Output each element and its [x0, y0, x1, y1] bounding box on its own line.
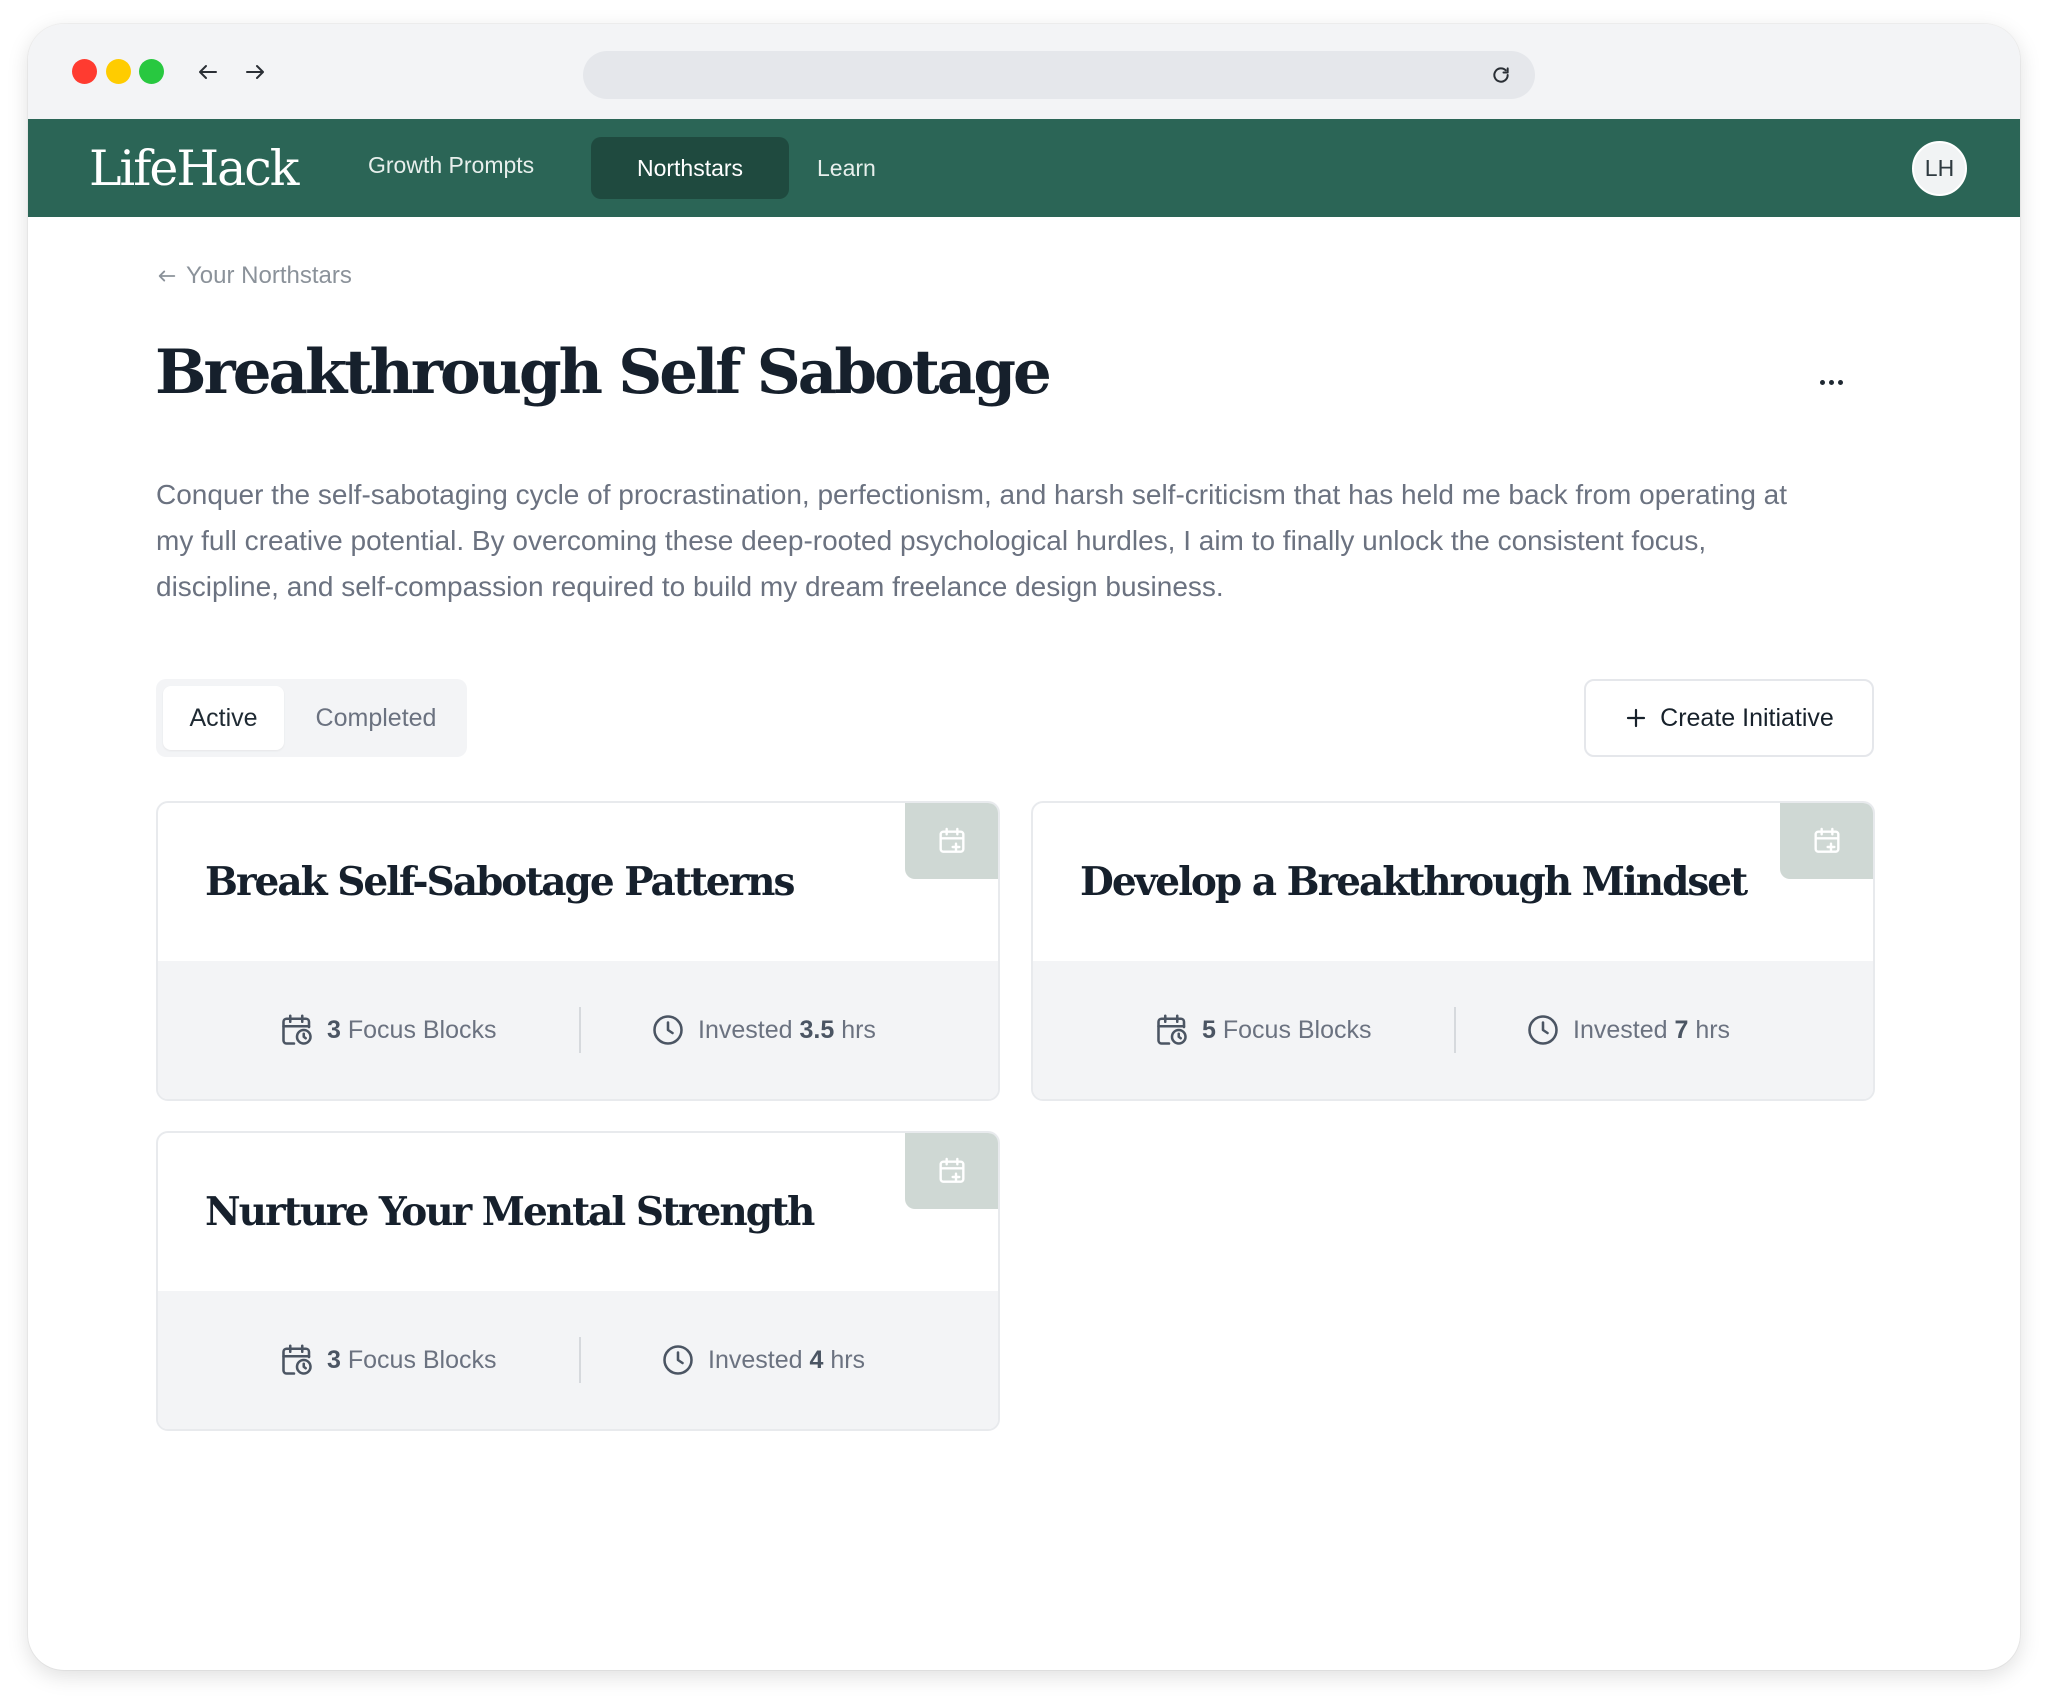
- time-invested-stat: Invested 7 hrs: [1525, 961, 1730, 1099]
- focus-blocks-stat: 5 Focus Blocks: [1154, 961, 1372, 1099]
- invested-prefix: Invested: [698, 1015, 793, 1044]
- nav-item-learn[interactable]: Learn: [817, 119, 876, 217]
- focus-blocks-stat: 3 Focus Blocks: [279, 1291, 497, 1429]
- focus-blocks-count: 3: [327, 1345, 341, 1374]
- user-avatar[interactable]: LH: [1912, 141, 1967, 196]
- initiative-card[interactable]: Develop a Breakthrough Mindset 5 Focus B…: [1031, 801, 1875, 1101]
- address-bar[interactable]: [583, 51, 1535, 99]
- invested-unit: hrs: [1695, 1015, 1731, 1044]
- calendar-add-icon: [938, 827, 965, 853]
- back-arrow-icon[interactable]: [194, 58, 222, 86]
- nav-item-northstars[interactable]: Northstars: [591, 137, 789, 199]
- invested-hours: 4: [809, 1345, 824, 1374]
- create-initiative-button[interactable]: Create Initiative: [1584, 679, 1874, 757]
- status-tabs: Active Completed: [156, 679, 467, 757]
- invested-hours: 7: [1674, 1015, 1689, 1044]
- invested-prefix: Invested: [708, 1345, 803, 1374]
- stat-divider: [1454, 1007, 1456, 1053]
- browser-toolbar: [28, 24, 2020, 119]
- tab-completed[interactable]: Completed: [301, 686, 451, 750]
- focus-blocks-label: Focus Blocks: [347, 1345, 497, 1374]
- clock-icon: [653, 1015, 683, 1045]
- initiative-stats: 3 Focus Blocks Invested 3.5 hrs: [158, 961, 998, 1099]
- maximize-window-button[interactable]: [139, 59, 164, 84]
- page-title: Breakthrough Self Sabotage: [155, 337, 1052, 408]
- invested-unit: hrs: [830, 1345, 866, 1374]
- calendar-add-icon: [1813, 827, 1840, 853]
- focus-blocks-stat: 3 Focus Blocks: [279, 961, 497, 1099]
- initiative-title: Break Self-Sabotage Patterns: [205, 859, 795, 905]
- initiative-card[interactable]: Nurture Your Mental Strength 3 Focus Blo…: [156, 1131, 1000, 1431]
- calendar-clock-icon: [282, 1344, 312, 1375]
- invested-unit: hrs: [841, 1015, 876, 1044]
- initiative-stats: 5 Focus Blocks Invested 7 hrs: [1033, 961, 1873, 1099]
- schedule-button[interactable]: [905, 803, 998, 879]
- browser-window: LifeHack Growth Prompts Northstars Learn…: [28, 24, 2020, 1670]
- time-invested-stat: Invested 3.5 hrs: [650, 961, 876, 1099]
- app-nav-bar: LifeHack Growth Prompts Northstars Learn…: [28, 119, 2020, 217]
- forward-arrow-icon[interactable]: [241, 58, 269, 86]
- breadcrumb[interactable]: Your Northstars: [156, 260, 352, 292]
- nav-item-growth-prompts[interactable]: Growth Prompts: [368, 116, 534, 214]
- clock-icon: [663, 1345, 693, 1375]
- create-initiative-label: Create Initiative: [1660, 703, 1834, 732]
- focus-blocks-count: 3: [327, 1015, 341, 1044]
- more-options-icon[interactable]: [1820, 380, 1843, 385]
- schedule-button[interactable]: [905, 1133, 998, 1209]
- invested-hours: 3.5: [799, 1015, 835, 1044]
- minimize-window-button[interactable]: [106, 59, 131, 84]
- reload-icon[interactable]: [1489, 63, 1513, 87]
- plus-icon: [1627, 708, 1646, 728]
- calendar-clock-icon: [282, 1014, 312, 1045]
- close-window-button[interactable]: [72, 59, 97, 84]
- breadcrumb-label: Your Northstars: [186, 262, 352, 289]
- time-invested-stat: Invested 4 hrs: [660, 1291, 865, 1429]
- arrow-left-icon: [158, 270, 176, 282]
- tab-active[interactable]: Active: [163, 686, 284, 750]
- calendar-add-icon: [938, 1157, 965, 1183]
- stat-divider: [579, 1337, 581, 1383]
- focus-blocks-label: Focus Blocks: [347, 1015, 497, 1044]
- clock-icon: [1528, 1015, 1558, 1045]
- initiative-card[interactable]: Break Self-Sabotage Patterns 3 Focus Blo…: [156, 801, 1000, 1101]
- initiative-title: Develop a Breakthrough Mindset: [1080, 859, 1748, 905]
- northstar-description: Conquer the self-sabotaging cycle of pro…: [156, 479, 1788, 602]
- focus-blocks-count: 5: [1202, 1015, 1216, 1044]
- stat-divider: [579, 1007, 581, 1053]
- initiative-title: Nurture Your Mental Strength: [205, 1189, 815, 1235]
- focus-blocks-label: Focus Blocks: [1222, 1015, 1372, 1044]
- app-logo[interactable]: LifeHack: [89, 119, 299, 217]
- initiative-stats: 3 Focus Blocks Invested 4 hrs: [158, 1291, 998, 1429]
- invested-prefix: Invested: [1573, 1015, 1668, 1044]
- calendar-clock-icon: [1157, 1014, 1187, 1045]
- schedule-button[interactable]: [1780, 803, 1873, 879]
